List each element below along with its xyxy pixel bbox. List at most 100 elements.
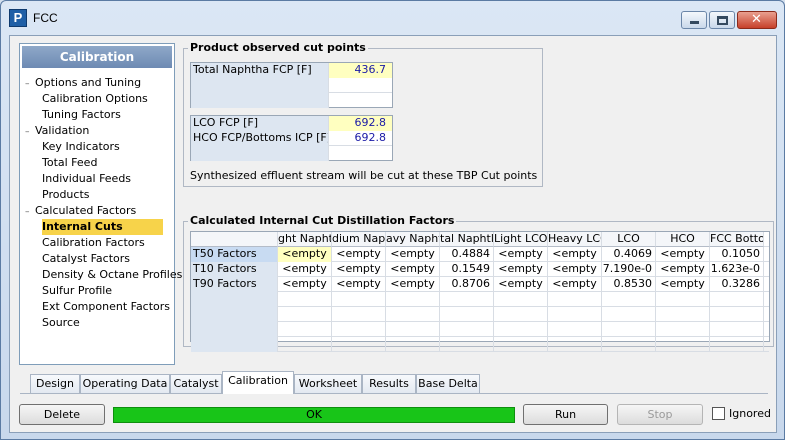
column-header[interactable]: ght Naphth (278, 232, 332, 247)
table-row (191, 337, 769, 352)
table-cell[interactable]: <empty (278, 247, 332, 262)
run-button[interactable]: Run (523, 404, 608, 425)
nav-item-ext-component-factors[interactable]: Ext Component Factors (42, 299, 170, 315)
table-cell[interactable]: <empty (494, 247, 548, 262)
tab-calibration[interactable]: Calibration (222, 371, 294, 394)
cut-points-title: Product observed cut points (188, 41, 368, 54)
distillation-grid[interactable]: ght Naphthdium Naphavy Naphtltal NaphtlL… (190, 231, 770, 352)
nav-item-internal-cuts[interactable]: Internal Cuts (42, 219, 163, 235)
nav-item-source[interactable]: Source (42, 315, 80, 331)
delete-button[interactable]: Delete (19, 404, 105, 425)
column-header[interactable]: HCO (656, 232, 710, 247)
distillation-group: Calculated Internal Cut Distillation Fac… (183, 214, 774, 352)
table-cell[interactable]: 0.1549 (440, 262, 494, 277)
table-cell[interactable]: 0.8530 (602, 277, 656, 292)
lco-hco-grid: LCO FCP [F] 692.8 HCO FCP/Bottoms ICP [F… (190, 115, 393, 161)
stop-button: Stop (617, 404, 703, 425)
nav-item-density-octane-profiles[interactable]: Density & Octane Profiles (42, 267, 182, 283)
nav-item-validation[interactable]: – Validation (25, 123, 89, 139)
naphtha-fcp-label: Total Naphtha FCP [F] (191, 63, 329, 78)
table-cell[interactable]: 0.8706 (440, 277, 494, 292)
nav-header: Calibration (22, 46, 172, 68)
distillation-header-row: ght Naphthdium Naphavy Naphtltal NaphtlL… (191, 232, 769, 247)
maximize-button[interactable] (709, 11, 735, 29)
table-cell[interactable]: <empty (548, 277, 602, 292)
collapse-toggle-icon[interactable]: – (25, 204, 30, 220)
tab-operating-data[interactable]: Operating Data (80, 374, 170, 393)
distillation-title: Calculated Internal Cut Distillation Fac… (188, 214, 457, 227)
nav-item-individual-feeds[interactable]: Individual Feeds (42, 171, 131, 187)
cut-points-group: Product observed cut points Total Naphth… (183, 41, 543, 187)
tab-catalyst[interactable]: Catalyst (170, 374, 222, 393)
minimize-icon (690, 21, 699, 24)
table-cell[interactable]: <empty (386, 277, 440, 292)
column-header[interactable]: FCC Bottom (710, 232, 764, 247)
column-header[interactable]: avy Naphtl (386, 232, 440, 247)
tab-base-delta[interactable]: Base Delta (416, 374, 480, 393)
window-title: FCC (33, 11, 58, 25)
hco-fcp-value[interactable]: 692.8 (329, 131, 392, 146)
table-cell[interactable]: <empty (278, 277, 332, 292)
ignored-checkbox[interactable] (712, 407, 725, 420)
table-cell[interactable]: <empty (548, 262, 602, 277)
nav-item-products[interactable]: Products (42, 187, 90, 203)
nav-item-sulfur-profile[interactable]: Sulfur Profile (42, 283, 112, 299)
table-cell[interactable]: <empty (278, 262, 332, 277)
tab-design[interactable]: Design (30, 374, 80, 393)
nav-item-total-feed[interactable]: Total Feed (42, 155, 97, 171)
table-cell[interactable]: 1.623e-0 (710, 262, 764, 277)
table-cell[interactable]: 7.190e-0 (602, 262, 656, 277)
hco-row: HCO FCP/Bottoms ICP [F] 692.8 (191, 131, 392, 146)
table-row (191, 307, 769, 322)
nav-item-options-and-tuning[interactable]: – Options and Tuning (25, 75, 141, 91)
collapse-toggle-icon[interactable]: – (25, 76, 30, 92)
lco-fcp-value[interactable]: 692.8 (329, 116, 392, 131)
nav-item-calculated-factors[interactable]: – Calculated Factors (25, 203, 136, 219)
naphtha-fcp-value[interactable]: 436.7 (329, 63, 392, 78)
table-row (191, 292, 769, 307)
nav-item-calibration-options[interactable]: Calibration Options (42, 91, 148, 107)
status-bar: OK (113, 407, 515, 423)
table-cell[interactable]: 0.3286 (710, 277, 764, 292)
naphtha-row: Total Naphtha FCP [F] 436.7 (191, 63, 392, 78)
column-header[interactable]: Heavy LCO (548, 232, 602, 247)
table-cell[interactable]: <empty (386, 262, 440, 277)
table-cell[interactable]: <empty (494, 277, 548, 292)
column-header[interactable]: Light LCO (494, 232, 548, 247)
minimize-button[interactable] (681, 11, 707, 29)
table-cell[interactable]: 0.4884 (440, 247, 494, 262)
table-cell[interactable]: <empty (332, 277, 386, 292)
calibration-nav-panel: Calibration – Options and Tuning Calibrati… (19, 43, 182, 365)
nav-item-key-indicators[interactable]: Key Indicators (42, 139, 120, 155)
tab-worksheet[interactable]: Worksheet (294, 374, 362, 393)
nav-item-tuning-factors[interactable]: Tuning Factors (42, 107, 121, 123)
table-cell[interactable]: <empty (548, 247, 602, 262)
row-label: T10 Factors (191, 262, 278, 277)
column-header[interactable]: LCO (602, 232, 656, 247)
table-cell[interactable]: 0.1050 (710, 247, 764, 262)
app-icon: P (9, 9, 27, 27)
ignored-label: Ignored (729, 407, 771, 420)
table-cell[interactable]: <empty (332, 262, 386, 277)
table-row: T90 Factors <empty <empty <empty 0.8706 <empt… (191, 277, 769, 292)
nav-item-calibration-factors[interactable]: Calibration Factors (42, 235, 145, 251)
table-cell[interactable]: <empty (494, 262, 548, 277)
tab-results[interactable]: Results (362, 374, 416, 393)
collapse-toggle-icon[interactable]: – (25, 124, 30, 140)
table-cell[interactable]: <empty (332, 247, 386, 262)
title-bar[interactable]: P FCC ✕ (1, 1, 784, 35)
table-cell[interactable]: <empty (656, 277, 710, 292)
nav-item-catalyst-factors[interactable]: Catalyst Factors (42, 251, 130, 267)
row-label: T50 Factors (191, 247, 278, 262)
client-area: Calibration – Options and Tuning Calibrati… (9, 35, 777, 433)
hco-fcp-label: HCO FCP/Bottoms ICP [F] (191, 131, 329, 146)
table-row: T50 Factors <empty <empty <empty 0.4884 <empt… (191, 247, 769, 262)
naphtha-grid: Total Naphtha FCP [F] 436.7 (190, 62, 393, 108)
table-cell[interactable]: <empty (656, 262, 710, 277)
column-header[interactable]: tal Naphtl (440, 232, 494, 247)
table-cell[interactable]: <empty (386, 247, 440, 262)
table-cell[interactable]: <empty (656, 247, 710, 262)
close-button[interactable]: ✕ (737, 11, 777, 29)
column-header[interactable]: dium Naph (332, 232, 386, 247)
table-cell[interactable]: 0.4069 (602, 247, 656, 262)
